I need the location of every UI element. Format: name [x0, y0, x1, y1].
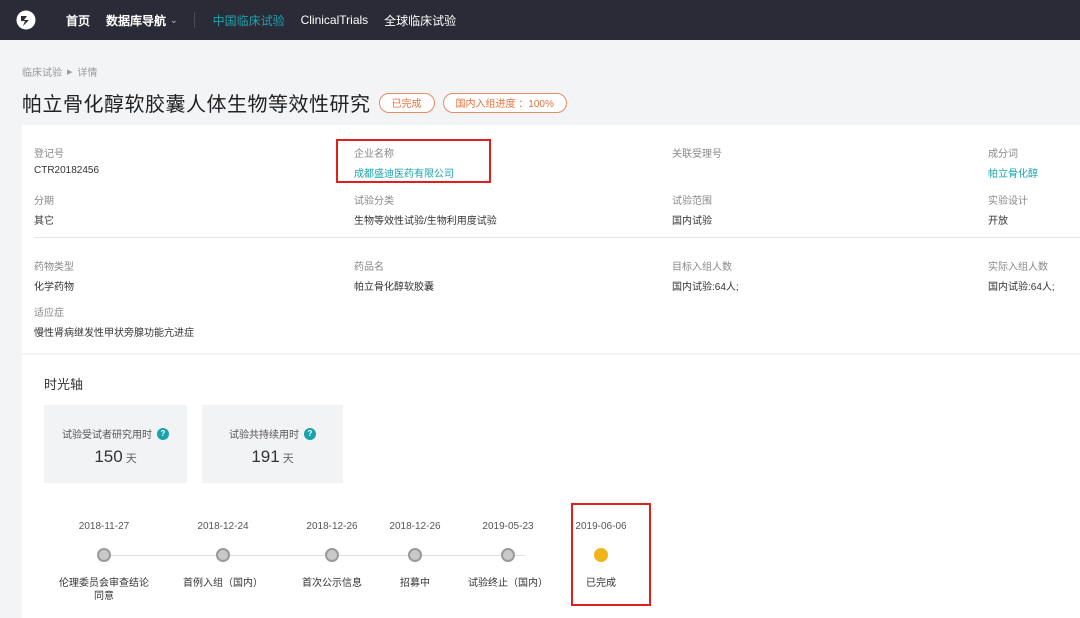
timeline-label: 伦理委员会审查结论同意	[59, 578, 149, 602]
field-value: 生物等效性试验/生物利用度试验	[354, 216, 497, 227]
timeline-node[interactable]	[97, 548, 111, 562]
field-drug-type: 药物类型 化学药物	[34, 258, 74, 293]
stat-total-duration: 试验共持续用时 ? 191 天	[202, 405, 343, 483]
field-label: 实际入组人数	[988, 262, 1048, 273]
timeline-node[interactable]	[325, 548, 339, 562]
stat-label: 试验受试者研究用时 ?	[44, 426, 187, 441]
field-registration-no: 登记号 CTR20182456	[34, 145, 99, 176]
ingredient-link[interactable]: 帕立骨化醇	[988, 165, 1038, 180]
timeline-label: 招募中	[400, 578, 430, 589]
highlight-box-completed	[571, 503, 651, 606]
nav-database-label: 数据库导航	[106, 13, 167, 28]
stat-label: 试验共持续用时 ?	[202, 426, 343, 441]
field-value: 开放	[988, 216, 1008, 227]
field-value: 其它	[34, 216, 54, 227]
field-label: 分期	[34, 196, 54, 207]
timeline-title: 时光轴	[44, 377, 84, 392]
field-label: 成分词	[988, 149, 1018, 160]
highlight-box-company	[336, 139, 491, 183]
timeline-card: 时光轴 试验受试者研究用时 ? 150 天 试验共持续用时 ? 191 天 2018…	[22, 355, 1080, 618]
field-value: 帕立骨化醇软胶囊	[354, 282, 434, 293]
field-design: 实验设计 开放	[988, 192, 1028, 227]
field-drug-name: 药品名 帕立骨化醇软胶囊	[354, 258, 434, 293]
field-label: 适应症	[34, 308, 64, 319]
field-actual-enroll: 实际入组人数 国内试验:64人;	[988, 258, 1055, 293]
field-acceptance-no: 关联受理号	[672, 145, 722, 165]
field-category: 试验分类 生物等效性试验/生物利用度试验	[354, 192, 497, 227]
stat-value: 150 天	[44, 447, 187, 467]
timeline-node[interactable]	[216, 548, 230, 562]
field-indication: 适应症 慢性肾病继发性甲状旁腺功能亢进症	[34, 304, 194, 339]
field-label: 实验设计	[988, 196, 1028, 207]
stat-unit: 天	[125, 453, 137, 465]
title-row: 帕立骨化醇软胶囊人体生物等效性研究 已完成 国内入组进度 ：100%	[22, 88, 567, 117]
nav-database[interactable]: 数据库导航 ⌄	[106, 12, 178, 29]
field-value: CTR20182456	[34, 165, 100, 176]
field-label: 登记号	[34, 149, 64, 160]
field-scope: 试验范围 国内试验	[672, 192, 712, 227]
field-phase: 分期 其它	[34, 192, 54, 227]
timeline-date: 2018-12-26	[389, 521, 441, 532]
stat-number: 191	[251, 447, 280, 466]
field-label: 药品名	[354, 262, 384, 273]
stat-value: 191 天	[202, 447, 343, 467]
top-nav: 首页 数据库导航 ⌄ 中国临床试验 ClinicalTrials 全球临床试验	[0, 0, 1080, 40]
nav-clinicaltrials[interactable]: ClinicalTrials	[301, 13, 369, 27]
breadcrumb-trials[interactable]: 临床试验	[22, 64, 62, 79]
field-label: 目标入组人数	[672, 262, 732, 273]
field-value: 国内试验	[672, 216, 712, 227]
field-ingredient: 成分词 帕立骨化醇	[988, 145, 1038, 180]
stat-number: 150	[94, 447, 123, 466]
help-icon[interactable]: ?	[157, 427, 169, 440]
timeline-date: 2018-11-27	[78, 521, 130, 532]
nav-global-trials[interactable]: 全球临床试验	[384, 12, 456, 29]
stat-subject-duration: 试验受试者研究用时 ? 150 天	[44, 405, 187, 483]
timeline-line	[105, 555, 525, 556]
timeline-date: 2018-12-24	[197, 521, 249, 532]
field-value: 国内试验:64人;	[988, 282, 1055, 293]
help-icon[interactable]: ?	[304, 427, 316, 440]
status-badge: 已完成	[378, 92, 435, 113]
breadcrumb: 临床试验 ▶ 详情	[22, 64, 97, 79]
stat-label-text: 试验共持续用时	[229, 430, 299, 441]
field-value: 慢性肾病继发性甲状旁腺功能亢进症	[34, 328, 194, 339]
timeline-date: 2019-05-23	[482, 521, 534, 532]
chevron-down-icon: ⌄	[170, 14, 178, 25]
timeline-node[interactable]	[408, 548, 422, 562]
page-title: 帕立骨化醇软胶囊人体生物等效性研究	[22, 94, 371, 116]
nav-china-trials[interactable]: 中国临床试验	[213, 12, 285, 29]
timeline-node[interactable]	[501, 548, 515, 562]
field-label: 试验分类	[354, 196, 394, 207]
timeline-label: 首次公示信息	[302, 578, 362, 589]
stat-unit: 天	[282, 453, 294, 465]
info-card: 登记号 CTR20182456 企业名称 成都盛迪医药有限公司 关联受理号 成分…	[22, 125, 1080, 353]
breadcrumb-detail: 详情	[77, 68, 98, 79]
field-label: 关联受理号	[672, 149, 722, 160]
timeline-label: 首例入组（国内）	[183, 578, 263, 589]
field-value: 国内试验:64人;	[672, 282, 739, 293]
logo-icon[interactable]	[16, 10, 36, 30]
field-label: 药物类型	[34, 262, 74, 273]
field-target-enroll: 目标入组人数 国内试验:64人;	[672, 258, 739, 293]
timeline-date: 2018-12-26	[306, 521, 358, 532]
nav-divider	[193, 12, 195, 28]
timeline-label: 试验终止（国内）	[468, 578, 548, 589]
breadcrumb-arrow-icon: ▶	[67, 68, 73, 76]
nav-home[interactable]: 首页	[66, 12, 90, 29]
field-value: 化学药物	[34, 282, 74, 293]
field-label: 试验范围	[672, 196, 712, 207]
progress-badge: 国内入组进度 ：100%	[442, 92, 567, 113]
stat-label-text: 试验受试者研究用时	[62, 430, 152, 441]
section-divider	[34, 237, 1080, 238]
